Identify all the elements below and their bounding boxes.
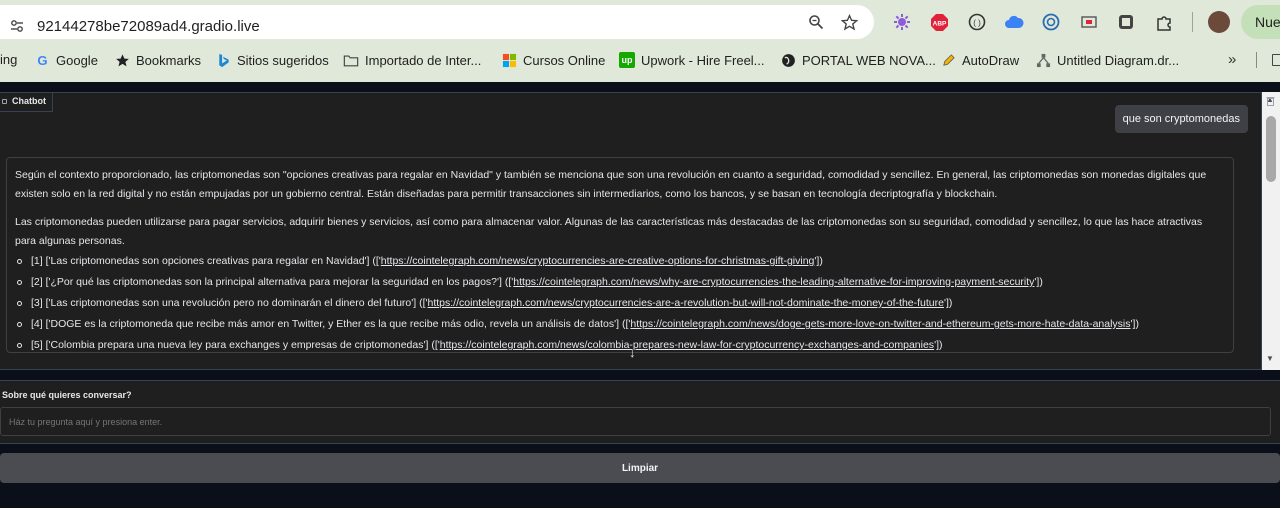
bookmark-item-cursos[interactable]: Cursos Online [501, 52, 605, 68]
chat-icon [2, 99, 7, 104]
user-message: que son cryptomonedas [1114, 105, 1248, 133]
bookmark-label: Sitios sugeridos [237, 52, 329, 68]
source-title: [5] ['Colombia prepara una nueva ley par… [31, 339, 440, 351]
extension-purple-icon[interactable] [892, 12, 912, 32]
list-item: [1] ['Las criptomonedas son opciones cre… [15, 252, 1225, 271]
source-suffix: ']) [1034, 276, 1043, 288]
source-title: [3] ['Las criptomonedas son una revoluci… [31, 297, 428, 309]
svg-text:G: G [37, 53, 47, 68]
bookmark-label: ing [0, 52, 18, 67]
zoom-icon[interactable] [806, 12, 826, 32]
extension-circle-icon[interactable]: ( ) [967, 12, 987, 32]
scroll-down-icon[interactable]: ▼ [1266, 354, 1274, 363]
upwork-icon: up [619, 52, 635, 68]
bing-icon [215, 52, 231, 68]
bot-paragraph: Las criptomonedas pueden utilizarse para… [15, 216, 1203, 247]
microsoft-icon [501, 52, 517, 68]
trash-icon[interactable] [1266, 96, 1276, 106]
bookmark-item-bookmarks[interactable]: Bookmarks [114, 52, 201, 68]
list-item: [4] ['DOGE es la criptomoneda que recibe… [15, 315, 1225, 334]
source-link[interactable]: https://cointelegraph.com/news/cryptocur… [381, 255, 815, 267]
bookmark-label: Bookmarks [136, 52, 202, 68]
extensions-puzzle-icon[interactable] [1154, 12, 1174, 32]
chatbot-label-text: Chatbot [12, 96, 46, 106]
bookmark-label: PORTAL WEB NOVA... [802, 52, 936, 68]
bookmark-star-icon[interactable] [839, 12, 859, 32]
question-block: Sobre qué quieres conversar? [0, 380, 1280, 444]
svg-text:( ): ( ) [973, 19, 981, 28]
bot-paragraph: Según el contexto proporcionado, las cri… [15, 169, 1207, 200]
folder-icon [343, 52, 359, 68]
bookmarks-divider [1256, 52, 1257, 68]
gradio-app: Chatbot que son cryptomonedas Según el c… [0, 82, 1280, 508]
bookmark-item-autodraw[interactable]: AutoDraw [940, 52, 1019, 68]
chatbot-panel[interactable]: que son cryptomonedas Según el contexto … [0, 92, 1262, 370]
bot-message: Según el contexto proporcionado, las cri… [6, 157, 1234, 353]
list-item: [2] ['¿Por qué las criptomonedas son la … [15, 273, 1225, 292]
question-input[interactable] [0, 407, 1271, 436]
star-icon [114, 52, 130, 68]
avatar[interactable] [1208, 11, 1230, 33]
pencil-icon [940, 52, 956, 68]
bookmark-item-upwork[interactable]: up Upwork - Hire Freel... [619, 52, 765, 68]
scroll-down-arrow-icon[interactable]: ↓ [629, 345, 636, 360]
globe-icon [780, 52, 796, 68]
all-bookmarks-folder-icon[interactable] [1272, 54, 1280, 66]
bookmark-item-importado[interactable]: Importado de Inter... [343, 52, 481, 68]
bookmark-label: Importado de Inter... [365, 52, 482, 68]
adblock-icon[interactable]: ABP [929, 12, 949, 32]
bookmarks-bar: ing G Google Bookmarks Sitios sugeridos … [0, 44, 1280, 76]
question-label: Sobre qué quieres conversar? [2, 390, 132, 400]
extension-blue-ring-icon[interactable] [1041, 12, 1061, 32]
bookmark-label: AutoDraw [962, 52, 1020, 68]
toolbar-divider [1192, 12, 1193, 32]
cloud-icon[interactable] [1004, 12, 1024, 32]
source-title: [2] ['¿Por qué las criptomonedas son la … [31, 276, 514, 288]
bookmark-label: Google [56, 52, 98, 68]
source-link[interactable]: https://cointelegraph.com/news/doge-gets… [630, 318, 1130, 330]
new-tab-label: Nuev [1255, 14, 1280, 30]
site-settings-icon[interactable] [8, 17, 26, 35]
screen-cast-icon[interactable] [1079, 12, 1099, 32]
source-suffix: ']) [1130, 318, 1139, 330]
scrollbar[interactable]: ▲ ▼ [1262, 92, 1280, 370]
bookmark-label: Upwork - Hire Freel... [641, 52, 765, 68]
bookmark-item-portal[interactable]: PORTAL WEB NOVA... [780, 52, 936, 68]
browser-toolbar: 92144278be72089ad4.gradio.live ABP ( ) N… [0, 0, 1280, 44]
url-text[interactable]: 92144278be72089ad4.gradio.live [37, 18, 260, 35]
chatbot-label: Chatbot [0, 92, 53, 112]
list-item: [3] ['Las criptomonedas son una revoluci… [15, 294, 1225, 313]
list-item: [5] ['Colombia prepara una nueva ley par… [15, 336, 1225, 355]
source-link[interactable]: https://cointelegraph.com/news/why-are-c… [513, 276, 1034, 288]
scrollbar-thumb[interactable] [1266, 116, 1276, 182]
clear-button[interactable]: Limpiar [0, 453, 1280, 483]
bookmark-item-diagram[interactable]: Untitled Diagram.dr... [1035, 52, 1179, 68]
drawio-icon [1035, 52, 1051, 68]
bookmark-item-google[interactable]: G Google [34, 52, 98, 68]
svg-text:ABP: ABP [932, 20, 946, 27]
source-title: [4] ['DOGE es la criptomoneda que recibe… [31, 318, 631, 330]
source-link[interactable]: https://cointelegraph.com/news/colombia-… [440, 339, 934, 351]
bookmark-label: Cursos Online [523, 52, 606, 68]
bookmark-label: Untitled Diagram.dr... [1057, 52, 1180, 68]
more-bookmarks-icon[interactable]: » [1228, 51, 1236, 68]
source-title: [1] ['Las criptomonedas son opciones cre… [31, 255, 381, 267]
bookmark-item[interactable]: ing [0, 52, 17, 67]
source-suffix: ']) [943, 297, 953, 309]
sources-list: [1] ['Las criptomonedas son opciones cre… [15, 252, 1225, 355]
bookmark-item-sitios[interactable]: Sitios sugeridos [215, 52, 329, 68]
new-tab-button[interactable]: Nuev [1241, 5, 1280, 39]
extension-grid-icon[interactable] [1116, 12, 1136, 32]
source-suffix: ']) [934, 339, 943, 351]
source-link[interactable]: https://cointelegraph.com/news/cryptocur… [428, 297, 944, 309]
source-suffix: ']) [814, 255, 823, 267]
address-bar[interactable]: 92144278be72089ad4.gradio.live [0, 5, 874, 39]
google-icon: G [34, 52, 50, 68]
